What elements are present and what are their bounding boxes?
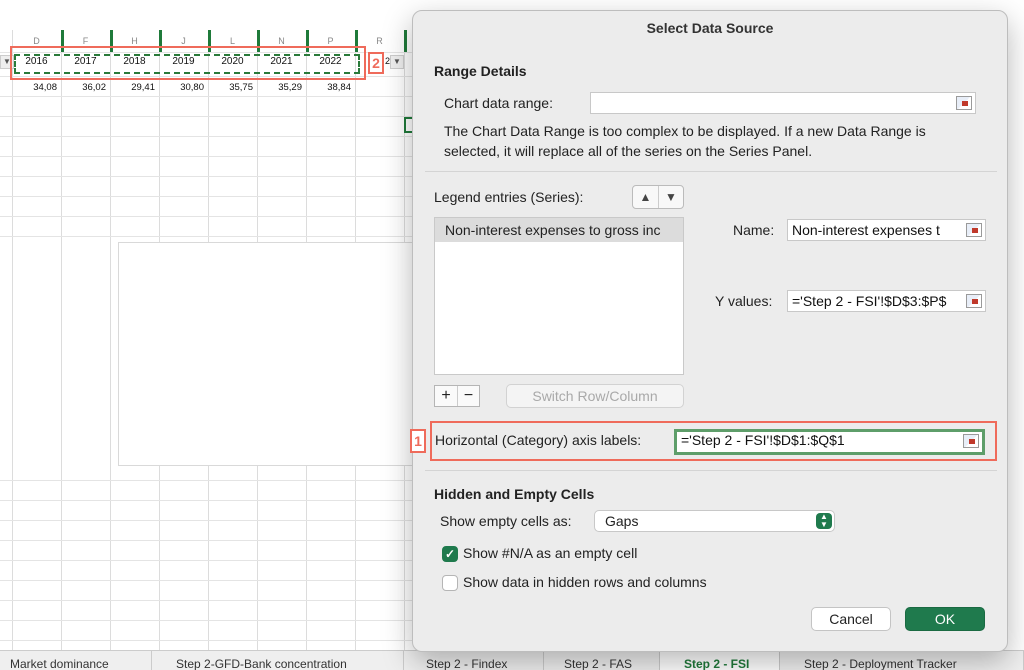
y-values-label: Y values: [715, 293, 773, 309]
axis-labels-value: ='Step 2 - FSI'!$D$1:$Q$1 [681, 432, 845, 448]
gridline [61, 30, 62, 650]
show-hidden-data-label: Show data in hidden rows and columns [463, 574, 707, 590]
list-item[interactable]: Non-interest expenses to gross inc [435, 218, 683, 242]
show-na-label: Show #N/A as an empty cell [463, 545, 638, 561]
chart-area[interactable] [118, 242, 418, 466]
legend-entries-label: Legend entries (Series): [434, 189, 584, 205]
range-details-heading: Range Details [434, 63, 527, 79]
value-cell[interactable]: 34,08 [12, 81, 61, 95]
tab-deployment-tracker[interactable]: Step 2 - Deployment Tracker [780, 651, 1024, 670]
gridline [0, 620, 420, 621]
gridline [0, 520, 420, 521]
select-data-source-dialog: Select Data Source Range Details Chart d… [410, 10, 1008, 652]
cancel-button[interactable]: Cancel [811, 607, 891, 631]
tab-fsi[interactable]: Step 2 - FSI [660, 651, 780, 670]
gridline [12, 30, 13, 650]
axis-labels-input[interactable]: ='Step 2 - FSI'!$D$1:$Q$1 [674, 429, 985, 455]
show-hidden-data-checkbox[interactable] [442, 575, 458, 591]
switch-row-column-button[interactable]: Switch Row/Column [506, 384, 684, 408]
series-order-buttons: ▲ ▼ [632, 185, 684, 209]
ok-button[interactable]: OK [905, 607, 985, 631]
value-cell[interactable]: 29,41 [110, 81, 159, 95]
gridline [0, 136, 420, 137]
chart-data-range-label: Chart data range: [444, 95, 553, 111]
tab-fas[interactable]: Step 2 - FAS [544, 651, 660, 670]
gridline [0, 600, 420, 601]
show-empty-cells-label: Show empty cells as: [440, 513, 572, 529]
move-up-icon[interactable]: ▲ [633, 186, 658, 208]
gridline [0, 580, 420, 581]
gridline [0, 156, 420, 157]
add-series-button[interactable]: + [435, 386, 457, 406]
value-cell[interactable]: 36,02 [61, 81, 110, 95]
dialog-title: Select Data Source [646, 20, 774, 36]
highlight-box-2 [10, 46, 366, 80]
divider [425, 470, 997, 471]
range-picker-icon[interactable] [966, 223, 982, 237]
value-cell[interactable]: 30,80 [159, 81, 208, 95]
gridline [0, 116, 420, 117]
axis-labels-label: Horizontal (Category) axis labels: [435, 432, 642, 448]
gridline [0, 640, 420, 641]
value-cell[interactable]: 35,29 [257, 81, 306, 95]
empty-cells-select[interactable]: Gaps ▲ ▼ [594, 510, 835, 532]
add-remove-series-buttons: + − [434, 385, 480, 407]
value-cell[interactable]: 38,84 [306, 81, 355, 95]
remove-series-button[interactable]: − [457, 386, 479, 406]
badge-1: 1 [410, 429, 426, 453]
gridline [0, 236, 420, 237]
range-marker [404, 30, 407, 52]
tab-market-dominance[interactable]: Market dominance [0, 651, 152, 670]
gridline [0, 540, 420, 541]
range-picker-icon[interactable] [966, 294, 982, 308]
show-na-checkbox[interactable]: ✓ [442, 546, 458, 562]
range-picker-icon[interactable] [956, 96, 972, 110]
badge-2: 2 [368, 52, 384, 74]
hidden-empty-heading: Hidden and Empty Cells [434, 486, 595, 502]
name-label: Name: [733, 222, 775, 238]
gridline [0, 480, 420, 481]
gridline [0, 216, 420, 217]
gridline [0, 176, 420, 177]
y-values-input[interactable]: ='Step 2 - FSI'!$D$3:$P$ [787, 290, 986, 312]
gridline [0, 96, 420, 97]
chart-data-range-input[interactable] [590, 92, 976, 114]
series-name-input[interactable]: Non-interest expenses t [787, 219, 986, 241]
gridline [110, 30, 111, 650]
tab-findex[interactable]: Step 2 - Findex [404, 651, 544, 670]
gridline [0, 196, 420, 197]
range-picker-icon[interactable] [963, 434, 979, 448]
divider [425, 171, 997, 172]
move-down-icon[interactable]: ▼ [658, 186, 683, 208]
y-values-value: ='Step 2 - FSI'!$D$3:$P$ [792, 293, 947, 309]
gridline [0, 500, 420, 501]
series-name-value: Non-interest expenses t [792, 222, 940, 238]
gridline [0, 560, 420, 561]
chevron-updown-icon: ▲ ▼ [816, 513, 832, 529]
value-cell[interactable]: 35,75 [208, 81, 257, 95]
filter-dropdown-icon[interactable]: ▼ [390, 55, 404, 69]
range-info-text: The Chart Data Range is too complex to b… [444, 123, 926, 159]
sheet-tab-bar: Market dominance Step 2-GFD-Bank concent… [0, 650, 1024, 670]
tab-gfd-bank-concentration[interactable]: Step 2-GFD-Bank concentration [152, 651, 404, 670]
empty-cells-value: Gaps [605, 513, 639, 529]
series-list[interactable]: Non-interest expenses to gross inc [434, 217, 684, 375]
